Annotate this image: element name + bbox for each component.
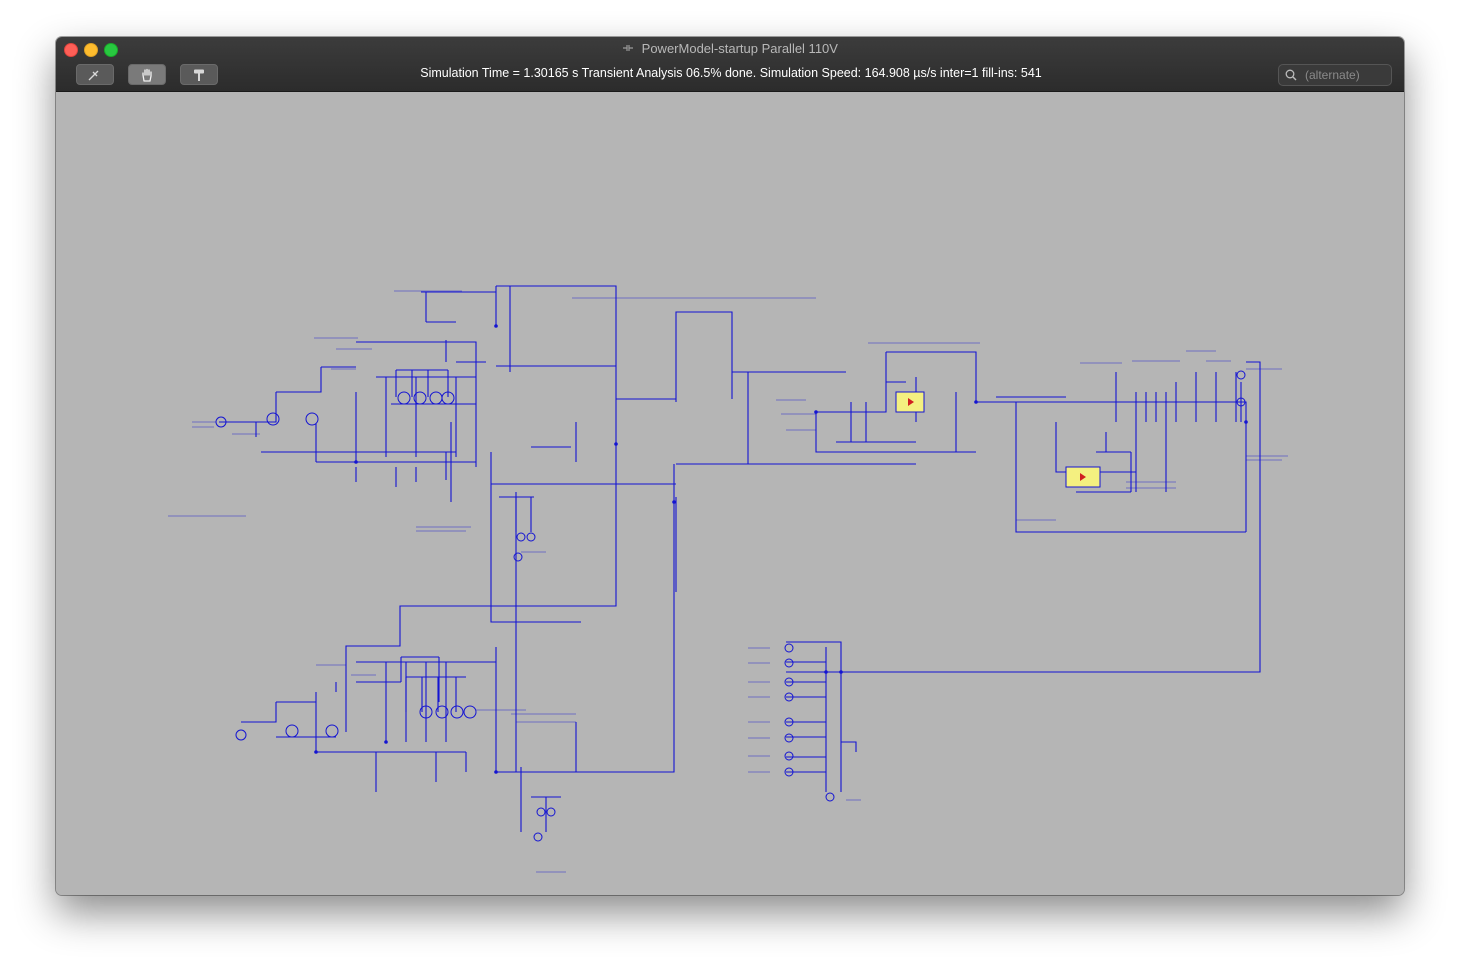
schematic-canvas[interactable] — [56, 92, 1404, 895]
hammer-tool-button[interactable] — [180, 64, 218, 85]
app-window: PowerModel-startup Parallel 110V Simulat… — [56, 37, 1404, 895]
search-icon — [1285, 69, 1297, 81]
probe-tool-button[interactable] — [76, 64, 114, 85]
simulation-status-text: Simulation Time = 1.30165 s Transient An… — [420, 66, 1042, 80]
hammer-icon — [194, 69, 204, 81]
pan-tool-button[interactable] — [128, 64, 166, 85]
regulator-ic-highlight — [895, 391, 1101, 488]
hand-icon — [142, 68, 152, 82]
search-input[interactable] — [1303, 67, 1391, 83]
search-box[interactable] — [1278, 64, 1392, 86]
titlebar: PowerModel-startup Parallel 110V Simulat… — [56, 37, 1404, 92]
window-title-area: PowerModel-startup Parallel 110V — [56, 41, 1404, 56]
schematic-document-icon — [623, 45, 634, 51]
probe-icon — [88, 70, 99, 80]
window-title: PowerModel-startup Parallel 110V — [641, 41, 838, 56]
schematic-drawing — [168, 285, 1288, 873]
